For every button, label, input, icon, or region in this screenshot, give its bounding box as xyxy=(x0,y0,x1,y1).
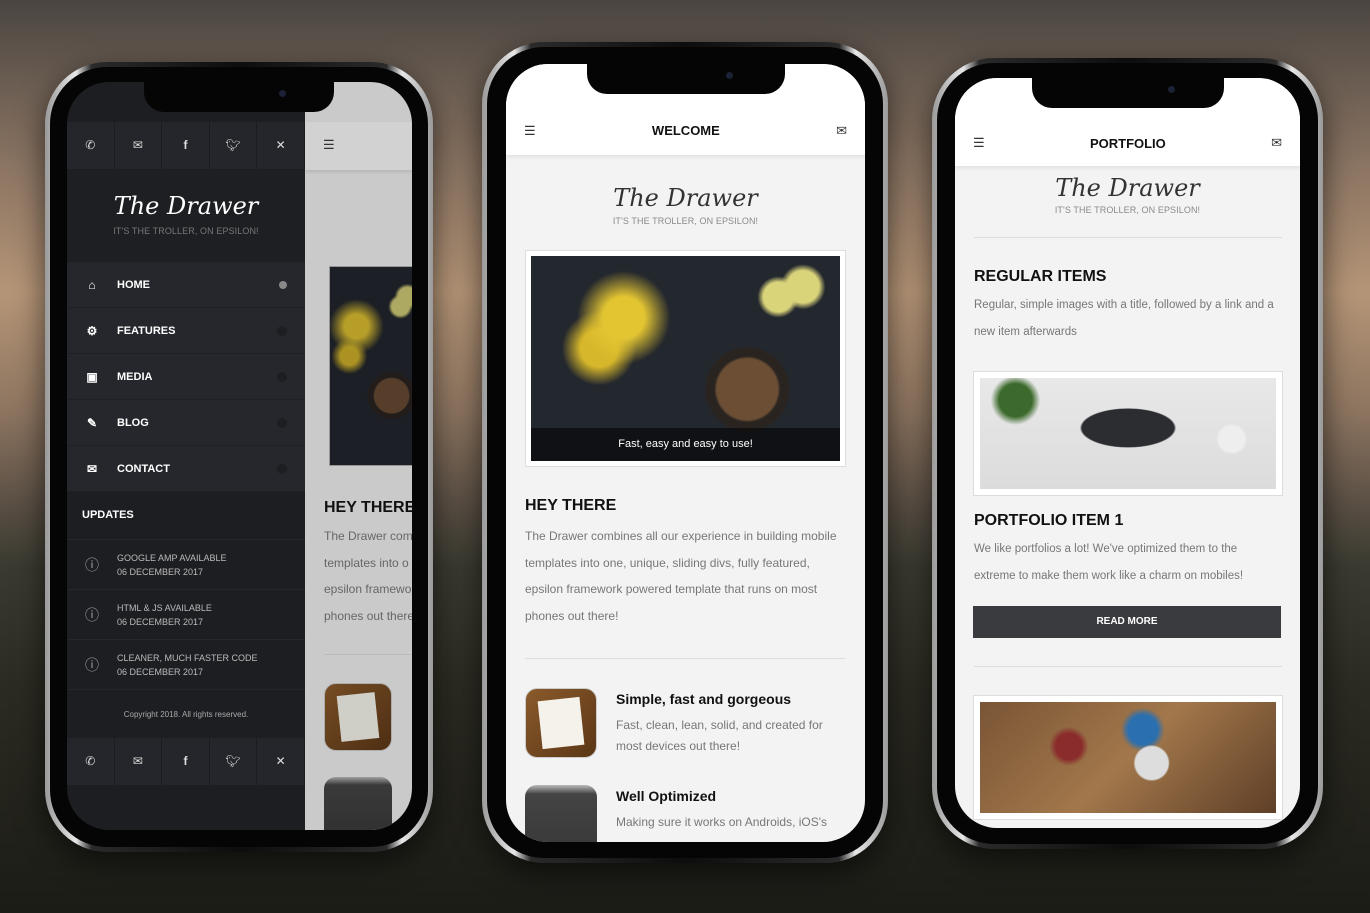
screen-left: ☰ HEY THERE The Drawer com templates int… xyxy=(67,82,412,830)
phone-icon[interactable]: ✆ xyxy=(67,122,115,169)
header: ☰ PORTFOLIO ✉ xyxy=(955,120,1300,166)
peek-heading: HEY THERE xyxy=(324,499,412,516)
page-title: PORTFOLIO xyxy=(1089,135,1166,151)
peek-line: epsilon framewo xyxy=(324,582,412,596)
drawer-social-bar-top: ✆ ✉ f 🐦︎ ✕ xyxy=(67,122,305,169)
feature-text: Making sure it works on Androids, iOS's xyxy=(616,815,828,829)
tagline: IT'S THE TROLLER, ON EPSILON! xyxy=(612,216,759,226)
mail-icon[interactable]: ✉ xyxy=(115,122,163,169)
facebook-icon[interactable]: f xyxy=(162,738,210,785)
info-icon: ⓘ xyxy=(85,656,99,673)
phone-icon[interactable]: ✆ xyxy=(67,738,115,785)
portfolio-card[interactable] xyxy=(973,695,1283,820)
drawer-social-bar-bottom: ✆ ✉ f 🐦︎ ✕ xyxy=(67,738,305,785)
drawer-logo: The Drawer xyxy=(113,192,259,220)
paragraph-line: templates into one, unique, sliding divs… xyxy=(525,555,810,570)
facebook-icon[interactable]: f xyxy=(162,122,210,169)
update-item[interactable]: ⓘ GOOGLE AMP AVAILABLE 06 DECEMBER 2017 xyxy=(67,540,305,590)
update-item[interactable]: ⓘ HTML & JS AVAILABLE 06 DECEMBER 2017 xyxy=(67,590,305,640)
page-title: WELCOME xyxy=(651,123,720,138)
portfolio-image-laptop xyxy=(980,378,1276,489)
update-item[interactable]: ⓘ CLEANER, MUCH FASTER CODE 06 DECEMBER 20… xyxy=(67,640,305,690)
paragraph-line: epsilon framework powered template that … xyxy=(525,582,818,596)
logo: The Drawer xyxy=(613,184,758,212)
menu-icon[interactable]: ☰ xyxy=(524,123,536,139)
mail-icon: ✉ xyxy=(86,461,98,476)
mail-icon[interactable]: ✉ xyxy=(1271,135,1282,151)
intro-line: Regular, simple images with a title, fol… xyxy=(974,299,1274,311)
gear-icon: ⚙ xyxy=(86,323,98,338)
feature-title: Well Optimized xyxy=(616,788,717,804)
menu-item-features[interactable]: ⚙ FEATURES xyxy=(67,308,305,354)
feature-title: Simple, fast and gorgeous xyxy=(616,691,792,707)
menu-icon[interactable]: ☰ xyxy=(973,135,985,151)
copyright: Copyright 2018. All rights reserved. xyxy=(123,710,249,719)
hero-caption: Fast, easy and easy to use! xyxy=(531,428,840,461)
tagline: IT'S THE TROLLER, ON EPSILON! xyxy=(1054,205,1201,215)
paragraph-line: The Drawer combines all our experience i… xyxy=(525,529,837,543)
section-heading: HEY THERE xyxy=(525,497,617,514)
menu-icon[interactable]: ☰ xyxy=(323,137,335,153)
image-icon: ▣ xyxy=(86,369,98,384)
read-more-button[interactable]: READ MORE xyxy=(973,606,1281,638)
close-icon[interactable]: ✕ xyxy=(257,122,305,169)
feature-text: most devices out there! xyxy=(616,739,741,753)
close-icon[interactable]: ✕ xyxy=(257,738,305,785)
peek-line: The Drawer com xyxy=(324,529,412,543)
updates-heading: UPDATES xyxy=(82,509,134,521)
twitter-icon[interactable]: 🐦︎ xyxy=(210,738,258,785)
item-text-line: We like portfolios a lot! We've optimize… xyxy=(974,543,1238,555)
info-icon: ⓘ xyxy=(85,606,99,623)
menu-item-home[interactable]: ⌂ HOME xyxy=(67,262,305,308)
info-icon: ⓘ xyxy=(85,556,99,573)
menu-item-media[interactable]: ▣ MEDIA xyxy=(67,354,305,400)
peek-line: phones out there xyxy=(324,608,412,623)
home-icon: ⌂ xyxy=(88,277,96,292)
twitter-icon[interactable]: 🐦︎ xyxy=(210,122,258,169)
drawer-tagline: IT'S THE TROLLER, ON EPSILON! xyxy=(113,226,259,236)
mail-icon[interactable]: ✉ xyxy=(836,123,847,139)
pencil-icon: ✎ xyxy=(86,415,98,430)
paragraph-line: phones out there! xyxy=(525,608,619,623)
portfolio-item-title: PORTFOLIO ITEM 1 xyxy=(974,512,1124,529)
hero-image xyxy=(329,266,412,466)
hero-card[interactable]: Fast, easy and easy to use! xyxy=(525,250,846,467)
screen-right: ☰ PORTFOLIO ✉ The Drawer IT'S THE TROLLE… xyxy=(955,78,1300,828)
portfolio-image-desk xyxy=(980,702,1276,813)
header: ☰ WELCOME ✉ xyxy=(506,106,865,155)
peek-line: templates into o xyxy=(324,555,409,570)
item-text-line: extreme to make them work like a charm o… xyxy=(974,569,1244,582)
hero-image: Fast, easy and easy to use! xyxy=(531,256,840,461)
active-indicator xyxy=(279,280,287,289)
clipboard-app-icon xyxy=(525,688,597,758)
logo: The Drawer xyxy=(1055,174,1200,202)
page-dimmed[interactable]: ☰ HEY THERE The Drawer com templates int… xyxy=(305,82,412,830)
mail-icon[interactable]: ✉ xyxy=(115,738,163,785)
section-heading: REGULAR ITEMS xyxy=(974,268,1107,285)
clipboard-app-icon xyxy=(324,683,392,751)
feature-text: Fast, clean, lean, solid, and created fo… xyxy=(616,718,823,732)
iphone-app-icon xyxy=(525,785,597,842)
portfolio-card[interactable] xyxy=(973,371,1283,496)
intro-line: new item afterwards xyxy=(974,325,1077,338)
menu-item-blog[interactable]: ✎ BLOG xyxy=(67,400,305,446)
screen-middle: ☰ WELCOME ✉ The Drawer IT'S THE TROLLER,… xyxy=(506,64,865,842)
iphone-app-icon xyxy=(324,777,392,830)
menu-item-contact[interactable]: ✉ CONTACT xyxy=(67,446,305,492)
